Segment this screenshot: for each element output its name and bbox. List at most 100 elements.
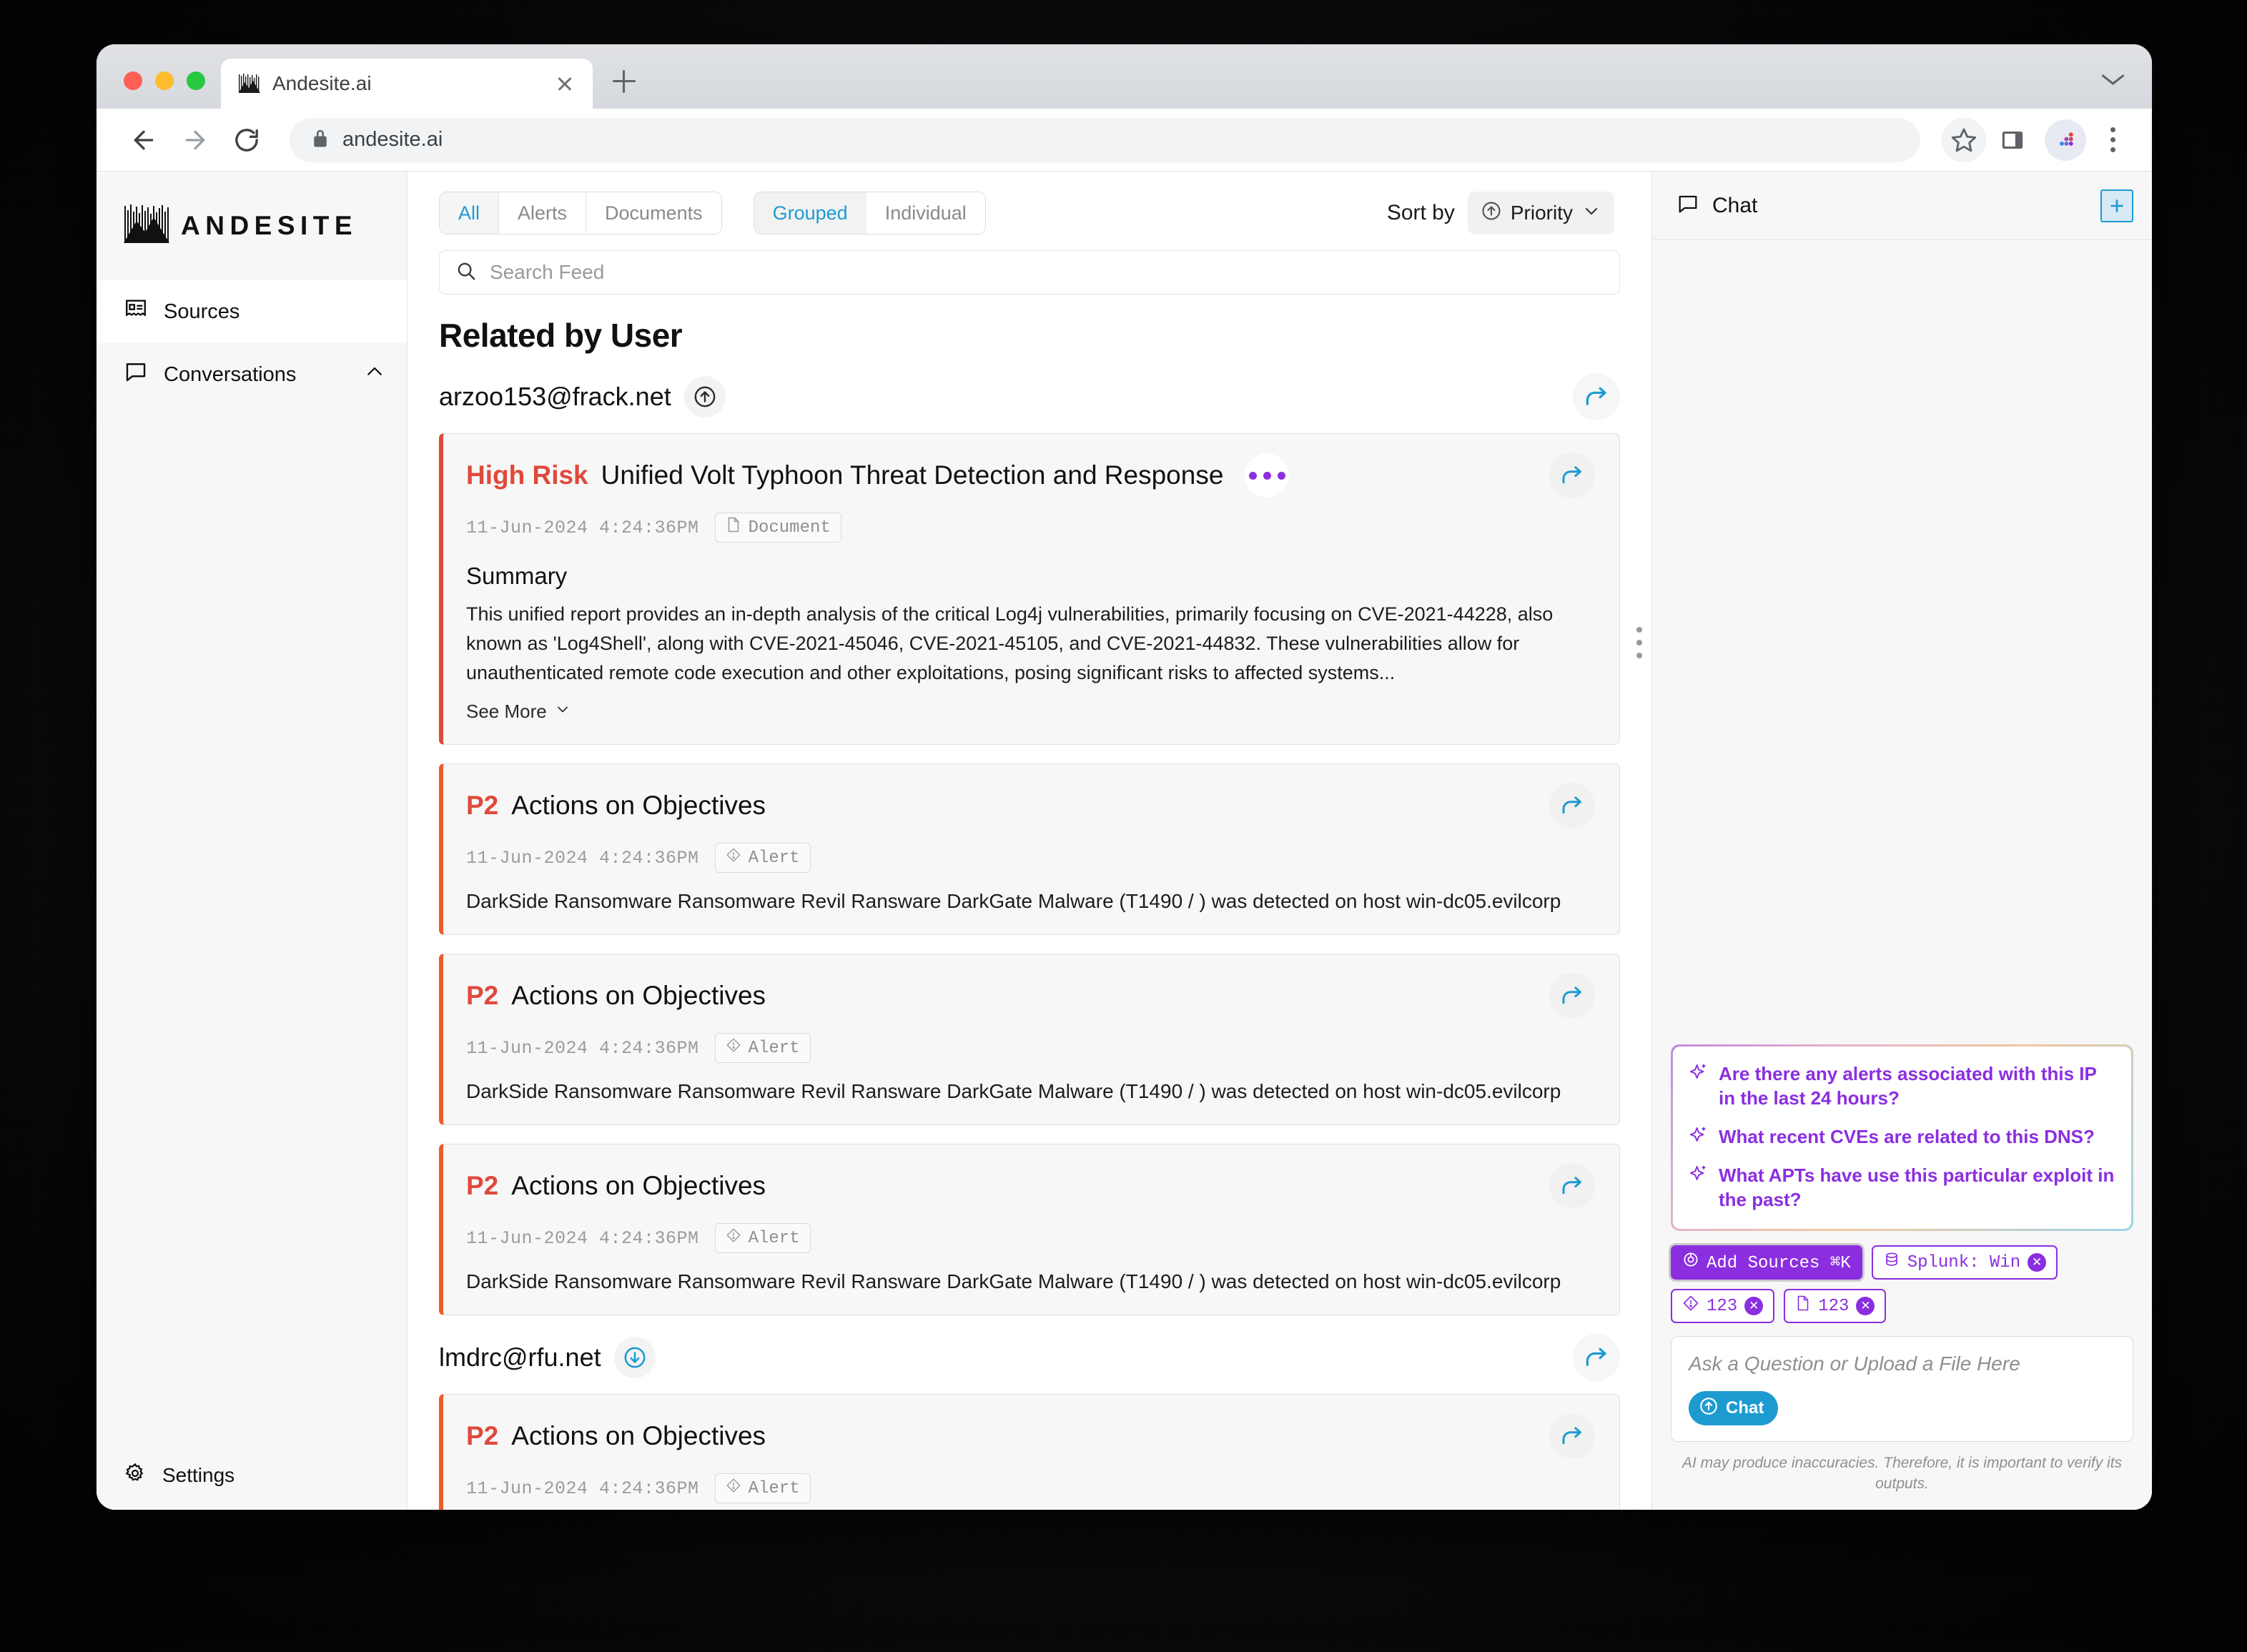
share-arrow-icon[interactable]	[1573, 373, 1620, 421]
chevron-up-icon[interactable]	[364, 361, 385, 388]
status-badge-label: Document	[748, 518, 831, 538]
plus-icon[interactable]	[603, 60, 646, 103]
summary-heading: Summary	[466, 563, 568, 590]
tab-alerts[interactable]: Alerts	[499, 192, 587, 234]
tab-grouped[interactable]: Grouped	[754, 192, 866, 234]
send-chat-button[interactable]: Chat	[1689, 1391, 1779, 1426]
sparkle-icon	[1689, 1164, 1709, 1187]
remove-x-icon[interactable]: ✕	[2028, 1253, 2047, 1272]
sidebar-item-conversations[interactable]: Conversations	[97, 343, 407, 406]
chat-input-box[interactable]: Ask a Question or Upload a File Here Cha…	[1671, 1336, 2133, 1443]
severity-badge: High Risk	[466, 460, 588, 490]
suggested-prompt-item[interactable]: What APTs have use this particular explo…	[1689, 1164, 2115, 1212]
search-input[interactable]: Search Feed	[439, 250, 1620, 295]
feed-card-alert[interactable]: P2 Actions on Objectives 11-Jun-2024 4:2…	[439, 954, 1620, 1126]
chevron-down-icon[interactable]	[2100, 69, 2125, 93]
share-arrow-icon[interactable]	[1549, 452, 1595, 499]
arrow-up-circle-icon	[1481, 200, 1502, 227]
sidebar-item-sources[interactable]: Sources	[97, 280, 407, 343]
browser-tab[interactable]: Andesite.ai	[221, 59, 593, 109]
drag-handle-dots-icon[interactable]	[1636, 626, 1642, 658]
tab-individual[interactable]: Individual	[866, 192, 985, 234]
document-icon	[726, 516, 741, 539]
sidebar-item-settings[interactable]: Settings	[97, 1441, 407, 1510]
remove-x-icon[interactable]: ✕	[1744, 1297, 1764, 1316]
forward-arrow-icon[interactable]	[169, 114, 221, 166]
source-chip-splunk[interactable]: Splunk: Win ✕	[1871, 1245, 2058, 1280]
browser-window: Andesite.ai andesite.ai ANDESITE Sources…	[97, 44, 2152, 1510]
suggested-prompt-text: Are there any alerts associated with thi…	[1719, 1063, 2097, 1109]
feed-card-alert[interactable]: P2 Actions on Objectives 11-Jun-2024 4:2…	[439, 1144, 1620, 1316]
star-icon[interactable]	[1942, 117, 1986, 162]
browser-url-bar: andesite.ai	[97, 109, 2152, 172]
user-email: lmdrc@rfu.net	[439, 1342, 601, 1372]
chat-panel: Chat Are there any alerts associated wit…	[1636, 172, 2152, 1510]
share-arrow-icon[interactable]	[1549, 973, 1595, 1019]
card-title: Actions on Objectives	[511, 1421, 766, 1451]
browser-tab-strip: Andesite.ai	[97, 44, 2152, 109]
new-chat-plus-icon[interactable]	[2100, 189, 2133, 222]
status-badge: Document	[714, 513, 841, 543]
address-bar[interactable]: andesite.ai	[290, 117, 1920, 162]
minimize-window-button[interactable]	[155, 71, 174, 90]
source-chip-label: 123	[1818, 1296, 1850, 1316]
side-panel-icon[interactable]	[1990, 118, 2035, 162]
summary-body: This unified report provides an in-depth…	[466, 603, 1554, 684]
app-logo[interactable]: ANDESITE	[97, 172, 407, 280]
chat-messages-area	[1636, 240, 2152, 1044]
feed-card-alert[interactable]: P2 Actions on Objectives 11-Jun-2024 4:2…	[439, 1394, 1620, 1510]
card-meta: 11-Jun-2024 4:24:36PM Alert	[466, 1473, 1595, 1504]
card-title: Actions on Objectives	[511, 981, 766, 1011]
tab-documents[interactable]: Documents	[586, 192, 721, 234]
card-body: DarkSide Ransomware Ransomware Revil Ran…	[466, 1080, 1561, 1103]
extensions-dots-icon[interactable]	[2045, 119, 2086, 161]
sort-value: Priority	[1510, 202, 1573, 224]
share-arrow-icon[interactable]	[1549, 1413, 1595, 1460]
severity-badge: P2	[466, 1421, 499, 1451]
suggested-prompt-item[interactable]: Are there any alerts associated with thi…	[1689, 1062, 2115, 1111]
page-title: Related by User	[439, 317, 683, 355]
sparkle-icon	[1689, 1062, 1709, 1086]
mountain-logo-icon	[238, 73, 261, 94]
share-arrow-icon[interactable]	[1549, 783, 1595, 829]
card-title: Unified Volt Typhoon Threat Detection an…	[601, 460, 1224, 490]
source-chips-row: Add Sources ⌘K Splunk: Win ✕ 123 ✕ 123 ✕	[1671, 1245, 2133, 1324]
suggested-prompt-item[interactable]: What recent CVEs are related to this DNS…	[1689, 1125, 2115, 1149]
arrow-up-circle-icon[interactable]	[683, 376, 726, 418]
more-options-icon[interactable]	[1245, 453, 1290, 498]
kebab-menu-icon[interactable]	[2095, 118, 2130, 162]
close-icon[interactable]	[553, 71, 577, 96]
card-title: Actions on Objectives	[511, 1171, 766, 1201]
reload-icon[interactable]	[221, 114, 272, 166]
card-header: P2 Actions on Objectives	[466, 1413, 1595, 1460]
feed-card-alert[interactable]: P2 Actions on Objectives 11-Jun-2024 4:2…	[439, 763, 1620, 936]
close-window-button[interactable]	[124, 71, 142, 90]
sort-dropdown[interactable]: Priority	[1467, 192, 1614, 234]
url-text: andesite.ai	[342, 128, 443, 151]
add-sources-button[interactable]: Add Sources ⌘K	[1671, 1245, 1862, 1280]
tab-all[interactable]: All	[440, 192, 500, 234]
severity-badge: P2	[466, 981, 499, 1011]
sources-card-icon	[124, 297, 148, 327]
share-arrow-icon[interactable]	[1549, 1163, 1595, 1210]
feed-list[interactable]: Related by User arzoo153@frack.net High …	[408, 295, 1651, 1510]
remove-x-icon[interactable]: ✕	[1856, 1297, 1875, 1316]
alert-diamond-icon	[726, 1477, 741, 1500]
arrow-down-circle-icon[interactable]	[613, 1337, 656, 1379]
maximize-window-button[interactable]	[187, 71, 205, 90]
andesite-mountain-icon	[124, 204, 169, 249]
feed-card-document[interactable]: High Risk Unified Volt Typhoon Threat De…	[439, 433, 1620, 746]
card-meta: 11-Jun-2024 4:24:36PM Alert	[466, 1223, 1595, 1254]
source-chip-alert[interactable]: 123 ✕	[1671, 1289, 1775, 1324]
see-more-button[interactable]: See More	[466, 701, 571, 723]
chat-title: Chat	[1712, 193, 1758, 217]
timestamp: 11-Jun-2024 4:24:36PM	[466, 1478, 699, 1499]
chevron-down-icon	[1581, 201, 1601, 226]
source-chip-document[interactable]: 123 ✕	[1784, 1289, 1887, 1324]
card-header: P2 Actions on Objectives	[466, 783, 1595, 829]
back-arrow-icon[interactable]	[118, 114, 169, 166]
chat-panel-header: Chat	[1652, 172, 2152, 240]
sort-control: Sort by Priority	[1387, 192, 1620, 234]
share-arrow-icon[interactable]	[1573, 1334, 1620, 1382]
